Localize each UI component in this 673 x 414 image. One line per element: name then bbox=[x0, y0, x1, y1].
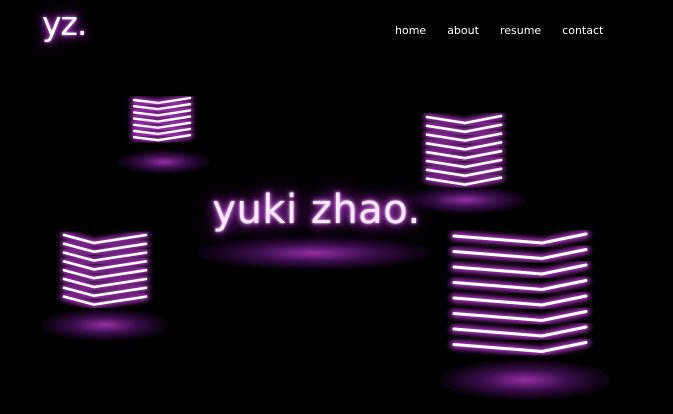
neon-cube-icon bbox=[60, 231, 150, 309]
nav-resume-link[interactable]: resume bbox=[500, 24, 541, 37]
nav-contact-link[interactable]: contact bbox=[562, 24, 603, 37]
cube-floor-glow bbox=[118, 150, 210, 174]
title-floor-glow bbox=[198, 236, 430, 270]
neon-cube-icon bbox=[450, 230, 590, 356]
nav-home-link[interactable]: home bbox=[395, 24, 426, 37]
hero-title: yuki zhao. bbox=[212, 187, 421, 233]
nav-about-link[interactable]: about bbox=[447, 24, 479, 37]
main-nav: home about resume contact bbox=[395, 24, 624, 37]
neon-cube-icon bbox=[423, 112, 505, 189]
cube-floor-glow bbox=[440, 360, 610, 400]
site-logo[interactable]: yz. bbox=[42, 4, 87, 43]
cube-floor-glow bbox=[42, 309, 168, 341]
neon-cube-icon bbox=[130, 94, 194, 144]
